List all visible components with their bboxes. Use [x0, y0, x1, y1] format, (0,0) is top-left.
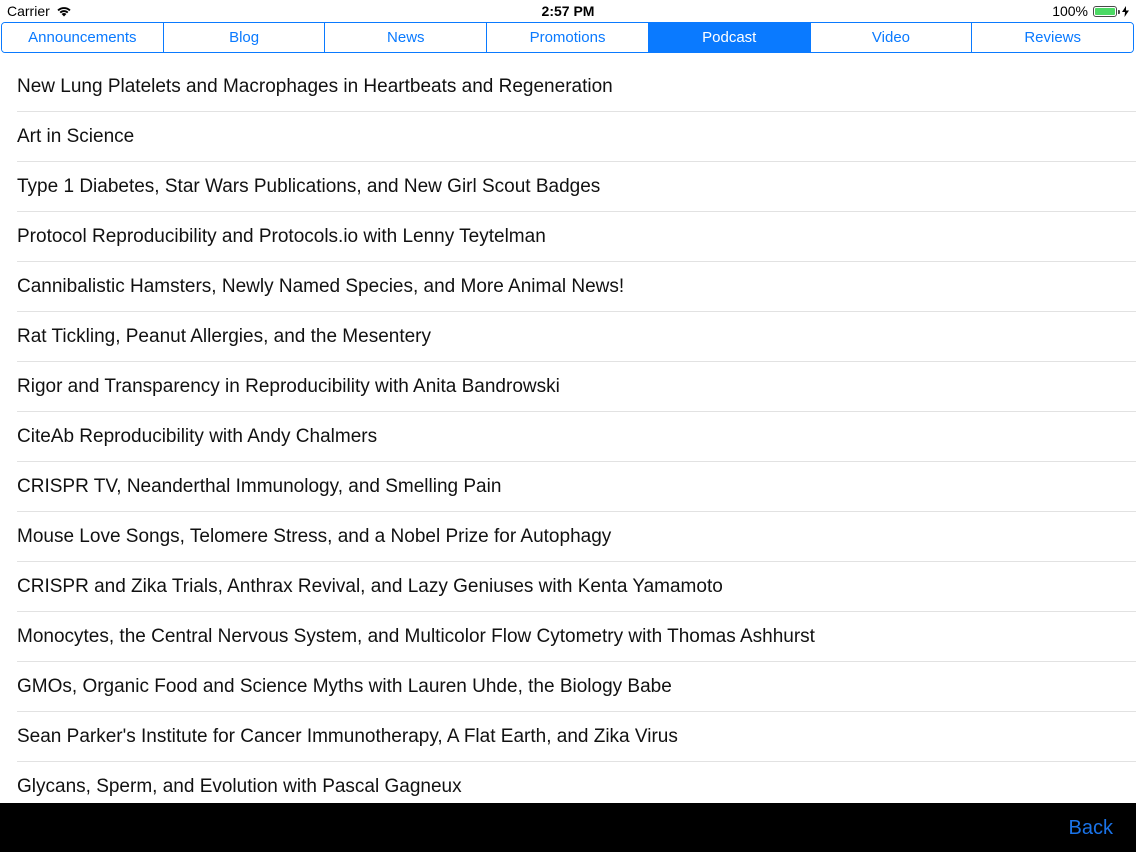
list-item-title: New Lung Platelets and Macrophages in He…: [17, 75, 613, 97]
list-item[interactable]: New Lung Platelets and Macrophages in He…: [17, 62, 1136, 112]
list-item-title: Rat Tickling, Peanut Allergies, and the …: [17, 325, 432, 347]
list-item-title: Cannibalistic Hamsters, Newly Named Spec…: [17, 275, 625, 297]
list-item[interactable]: Mouse Love Songs, Telomere Stress, and a…: [17, 512, 1136, 562]
tab-video[interactable]: Video: [810, 23, 973, 52]
list-item-title: Glycans, Sperm, and Evolution with Pasca…: [17, 775, 462, 797]
tab-podcast[interactable]: Podcast: [648, 23, 811, 52]
list-item[interactable]: CiteAb Reproducibility with Andy Chalmer…: [17, 412, 1136, 462]
battery-percent: 100%: [1052, 3, 1088, 19]
list-item-title: Art in Science: [17, 125, 135, 147]
list-item-title: Type 1 Diabetes, Star Wars Publications,…: [17, 175, 601, 197]
tab-news[interactable]: News: [325, 23, 488, 52]
list-item-title: Sean Parker's Institute for Cancer Immun…: [17, 725, 678, 747]
bottom-toolbar: Back: [0, 803, 1136, 852]
list-item[interactable]: Type 1 Diabetes, Star Wars Publications,…: [17, 162, 1136, 212]
list-item-title: Protocol Reproducibility and Protocols.i…: [17, 225, 546, 247]
list-item[interactable]: Rigor and Transparency in Reproducibilit…: [17, 362, 1136, 412]
list-item-title: CiteAb Reproducibility with Andy Chalmer…: [17, 425, 378, 447]
list-item-title: Monocytes, the Central Nervous System, a…: [17, 625, 815, 647]
list-item-title: Mouse Love Songs, Telomere Stress, and a…: [17, 525, 612, 547]
tab-blog[interactable]: Blog: [163, 23, 326, 52]
list-item[interactable]: Rat Tickling, Peanut Allergies, and the …: [17, 312, 1136, 362]
tab-announcements[interactable]: Announcements: [2, 23, 164, 52]
list-item-title: Rigor and Transparency in Reproducibilit…: [17, 375, 560, 397]
list-item-title: CRISPR and Zika Trials, Anthrax Revival,…: [17, 575, 723, 597]
list-item[interactable]: Art in Science: [17, 112, 1136, 162]
list-item-title: CRISPR TV, Neanderthal Immunology, and S…: [17, 475, 502, 497]
list-item[interactable]: Protocol Reproducibility and Protocols.i…: [17, 212, 1136, 262]
tab-promotions[interactable]: Promotions: [487, 23, 649, 52]
podcast-list: New Lung Platelets and Macrophages in He…: [0, 62, 1136, 803]
status-bar-right: 100%: [1052, 3, 1129, 19]
tab-reviews[interactable]: Reviews: [972, 23, 1133, 52]
back-button[interactable]: Back: [1069, 817, 1113, 840]
list-item[interactable]: Monocytes, the Central Nervous System, a…: [17, 612, 1136, 662]
list-item[interactable]: CRISPR TV, Neanderthal Immunology, and S…: [17, 462, 1136, 512]
category-tabs: Announcements Blog News Promotions Podcast Vi…: [1, 22, 1134, 53]
battery-icon: [1093, 5, 1120, 17]
list-item[interactable]: Sean Parker's Institute for Cancer Immun…: [17, 712, 1136, 762]
list-item[interactable]: CRISPR and Zika Trials, Anthrax Revival,…: [17, 562, 1136, 612]
list-item[interactable]: Cannibalistic Hamsters, Newly Named Spec…: [17, 262, 1136, 312]
list-item[interactable]: Glycans, Sperm, and Evolution with Pasca…: [17, 762, 1136, 803]
list-item-title: GMOs, Organic Food and Science Myths wit…: [17, 675, 672, 697]
charging-bolt-icon: [1122, 5, 1129, 17]
status-time: 2:57 PM: [541, 3, 595, 19]
status-bar: Carrier 2:57 PM 100%: [0, 0, 1136, 22]
list-item[interactable]: GMOs, Organic Food and Science Myths wit…: [17, 662, 1136, 712]
